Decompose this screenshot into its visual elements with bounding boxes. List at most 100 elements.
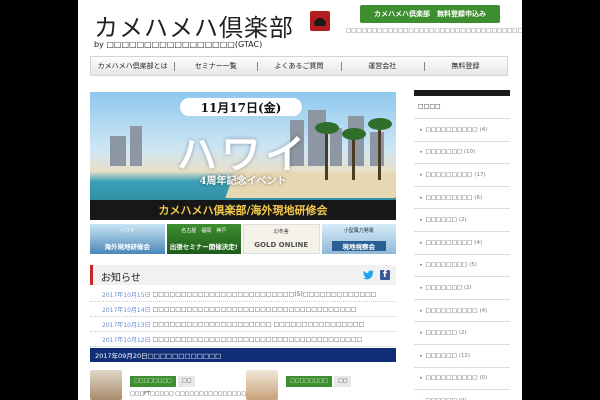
main-nav: カメハメハ倶楽部とは セミナー一覧 よくあるご質問 運営会社 無料登録 [90, 56, 508, 76]
sidebar-title: □□□□ [418, 103, 441, 110]
sidebar-category-item[interactable]: ▸ □□□□□□□□□□ (4) [414, 300, 510, 323]
news-item[interactable]: 2017年10月15日 □□□□□□□□□□□□□□□□□□□□□□□□□(5)… [90, 287, 396, 302]
news-date: 2017年10月15日 [102, 291, 151, 299]
promo-label: GOLD ONLINE [254, 241, 309, 249]
bullet-icon: ▸ [420, 126, 423, 133]
sidebar-category-label: □□□□□□□□□ [425, 239, 473, 246]
sidebar-category-label: □□□□□□□□□ [425, 194, 473, 201]
sidebar-category-count: (12) [458, 352, 470, 359]
promo-tiles: ハワイ 海外現地研修会 名古屋 福岡 神戸 出張セミナー開催決定! 幻冬舎 GO… [90, 224, 396, 254]
news-date: 2017年10月13日 [102, 321, 151, 329]
sidebar-category-count: (4) [479, 126, 488, 133]
sidebar-category-item[interactable]: ▸ □□□□□□ (2) [414, 209, 510, 232]
sub-tag[interactable]: □□ [178, 376, 196, 387]
sidebar-category-count: (6) [474, 194, 483, 201]
nav-item-faq[interactable]: よくあるご質問 [257, 57, 340, 75]
sidebar-category-count: (5) [469, 262, 477, 269]
sidebar-category-count: (4) [479, 307, 488, 314]
sidebar-category-count: (10) [463, 149, 476, 156]
news-date: 2017年10月14日 [102, 306, 151, 314]
sidebar-category-item[interactable]: ▸ □□□□□□□□□ (6) [414, 187, 510, 210]
sidebar-category-label: □□□□□□□ [425, 149, 462, 156]
news-list: 2017年10月15日 □□□□□□□□□□□□□□□□□□□□□□□□□(5)… [90, 287, 396, 347]
sidebar-category-item[interactable]: ▸ □□□□□□□ (10) [414, 142, 510, 165]
sidebar-category-item[interactable]: ▸ □□□□□□ (2) [414, 322, 510, 345]
sidebar-category-label: □□□□□□ [425, 217, 457, 224]
hero-banner[interactable]: 11月17日(金) ハワイ 4周年記念イベント カメハメハ倶楽部/海外現地研修会 [90, 92, 396, 220]
bullet-icon: ▸ [420, 307, 423, 314]
promo-hawaii-training[interactable]: ハワイ 海外現地研修会 [90, 224, 165, 254]
bullet-icon: ▸ [420, 330, 423, 337]
sub-tag[interactable]: □□ [334, 376, 352, 387]
news-text: □□□□□□□□□□□□□□□□□□□□□□□□□□□□□□□□□□□□□ [152, 335, 363, 343]
sidebar-category-item[interactable]: ▸ □□□□□□□□□ (4) [414, 232, 510, 255]
promo-label: 現地視察会 [331, 241, 386, 251]
sidebar-category-count: (0) [479, 375, 488, 382]
promo-label: 海外現地研修会 [104, 243, 151, 251]
sidebar-category-label: □□□□□□□ [425, 284, 462, 291]
bullet-icon: ▸ [420, 217, 423, 224]
sidebar-category-item[interactable]: ▸□□□□□□(0) [414, 390, 510, 400]
sidebar-category-item[interactable]: ▸ □□□□□□□□ (5) [414, 255, 510, 278]
promo-sub: ハワイ [119, 228, 135, 234]
sidebar-category-item[interactable]: ▸ □□□□□□□□□ (17) [414, 164, 510, 187]
feature-heading[interactable]: 2017年09月20日□□□□□□□□□□□□ [90, 348, 396, 362]
bullet-icon: ▸ [420, 284, 423, 291]
nav-item-register[interactable]: 無料登録 [423, 57, 507, 75]
turtle-emblem-icon [310, 11, 330, 31]
bullet-icon: ▸ [420, 352, 423, 359]
sidebar-category-count: (17) [474, 171, 486, 178]
promo-seminar-tour[interactable]: 名古屋 福岡 神戸 出張セミナー開催決定! [166, 224, 241, 254]
news-item[interactable]: 2017年10月14日 □□□□□□□□□□□□□□□□□□□□□□□□□□□□… [90, 302, 396, 317]
sidebar-category-item[interactable]: ▸ □□□□□□ (12) [414, 345, 510, 368]
news-item[interactable]: 2017年10月12日 □□□□□□□□□□□□□□□□□□□□□□□□□□□□… [90, 332, 396, 347]
feature-card[interactable]: □□□□□□□□ □□ □□□FT□□□□□ □□□□□□□□□□□□□□□□□… [90, 370, 270, 400]
sidebar-header-bar [414, 90, 510, 96]
promo-wind-power[interactable]: 小型風力発電 現地視察会 [321, 224, 396, 254]
banner-footer: カメハメハ倶楽部/海外現地研修会 [90, 200, 396, 220]
bullet-icon: ▸ [420, 194, 423, 201]
header-description: □□□□□□□□□□□□□□□□□□□□□□□□□□□□□□□□□□□□□□□□… [346, 28, 522, 34]
facebook-icon[interactable]: f [380, 270, 390, 280]
news-date: 2017年10月12日 [102, 336, 151, 344]
news-header: お知らせ f [90, 265, 396, 285]
banner-subtitle: 4周年記念イベント [199, 176, 287, 187]
sidebar-category-count: (2) [458, 217, 467, 224]
avatar [90, 370, 122, 400]
category-tag[interactable]: □□□□□□□□ [130, 376, 176, 387]
bullet-icon: ▸ [420, 171, 423, 178]
site-byline: by □□□□□□□□□□□□□□□□□(GTAC) [94, 40, 263, 49]
site-title[interactable]: カメハメハ倶楽部 [94, 8, 294, 43]
bullet-icon: ▸ [420, 149, 423, 156]
sidebar-category-label: □□□□□□ [425, 330, 457, 337]
nav-item-seminars[interactable]: セミナー一覧 [174, 57, 257, 75]
nav-item-about[interactable]: カメハメハ倶楽部とは [91, 57, 174, 75]
news-text: □□□□□□□□□□□□□□□□□□□□□ □□□□□□□□□□□□□□□□ [152, 320, 365, 328]
twitter-icon[interactable] [363, 270, 374, 280]
sidebar-category-count: (2) [458, 330, 467, 337]
bullet-icon: ▸ [420, 375, 423, 382]
category-tag[interactable]: □□□□□□□□ [286, 376, 332, 387]
promo-label: 出張セミナー開催決定! [169, 243, 238, 251]
page-container: カメハメハ倶楽部 by □□□□□□□□□□□□□□□□□(GTAC) カメハメ… [78, 0, 522, 400]
promo-sub: 小型風力発電 [343, 228, 374, 234]
sidebar-category-item[interactable]: ▸ □□□□□□□ (2) [414, 277, 510, 300]
feature-card[interactable]: □□□□□□□□ □□ [246, 370, 396, 400]
sidebar-category-label: □□□□□□□□ [425, 262, 468, 269]
sidebar-category-list: ▸ □□□□□□□□□□ (4) ▸ □□□□□□□ (10) ▸ □□□□□□□□□ (17)… [414, 118, 510, 400]
news-text: □□□□□□□□□□□□□□□□□□□□□□□□□(5)□□□□□□□□□□□□… [152, 290, 377, 298]
sidebar-category-item[interactable]: ▸ □□□□□□□□□□ (0) [414, 368, 510, 391]
sidebar-category-label: □□□□□□□□□□ [425, 307, 478, 314]
promo-sub: 幻冬舎 [273, 229, 289, 235]
bullet-icon: ▸ [420, 262, 423, 269]
sidebar-category-item[interactable]: ▸ □□□□□□□□□□ (4) [414, 119, 510, 142]
avatar [246, 370, 278, 400]
sidebar-category-label: □□□□□□□□□ [425, 171, 473, 178]
sidebar-category-label: □□□□□□□□□□ [425, 126, 478, 133]
sidebar-category-label: □□□□□□ [425, 352, 457, 359]
free-register-button[interactable]: カメハメハ倶楽部 無料登録申込み [360, 5, 500, 23]
news-item[interactable]: 2017年10月13日 □□□□□□□□□□□□□□□□□□□□□ □□□□□□… [90, 317, 396, 332]
promo-gold-online[interactable]: 幻冬舎 GOLD ONLINE [243, 224, 320, 254]
news-text: □□□□□□□□□□□□□□□□□□□□□□□□□□□□□□□□□□□□ [152, 305, 357, 313]
nav-item-company[interactable]: 運営会社 [340, 57, 424, 75]
